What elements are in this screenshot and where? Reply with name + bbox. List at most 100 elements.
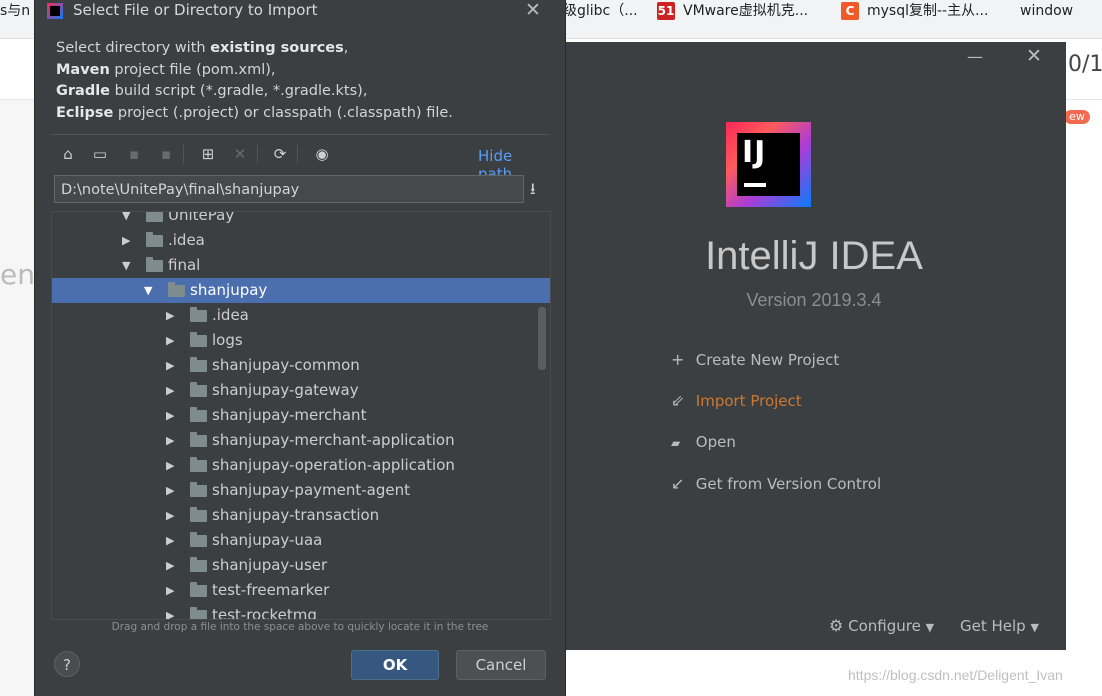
tree-collapsed-arrow-icon[interactable]: ▶ [166, 528, 180, 553]
get-from-vcs-label: Get from Version Control [695, 475, 882, 493]
tree-collapsed-arrow-icon[interactable]: ▶ [166, 553, 180, 578]
folder-icon [190, 582, 207, 597]
bookmark-label: s与n [0, 3, 31, 19]
tree-collapsed-arrow-icon[interactable]: ▶ [166, 453, 180, 478]
configure-label: Configure [848, 617, 921, 635]
project-folder-icon[interactable]: ▪ [123, 143, 145, 165]
tree-row[interactable]: ▼ shanjupay [52, 278, 550, 303]
new-folder-icon[interactable]: ⊞ [197, 143, 219, 165]
get-from-vcs-action[interactable]: ↙ Get from Version Control [671, 472, 881, 496]
tree-row-label: shanjupay-transaction [212, 506, 380, 524]
path-input[interactable]: D:\note\UnitePay\final\shanjupay [54, 175, 524, 203]
bookmark-favicon-icon: C [841, 2, 859, 20]
tree-row[interactable]: ▶ shanjupay-payment-agent [52, 478, 550, 503]
page-side-fragment: en [0, 258, 35, 291]
tree-row[interactable]: ▶ .idea [52, 303, 550, 328]
ok-button[interactable]: OK [351, 650, 439, 680]
welcome-titlebar: — ✕ [563, 42, 1066, 78]
dialog-titlebar: Select File or Directory to Import ✕ [35, 0, 565, 24]
home-icon[interactable]: ⌂ [57, 143, 79, 165]
help-button[interactable]: ? [54, 651, 80, 677]
drag-drop-hint: Drag and drop a file into the space abov… [111, 621, 489, 633]
folder-icon [190, 607, 207, 619]
folder-icon [190, 557, 207, 572]
tree-expanded-arrow-icon[interactable]: ▼ [144, 278, 158, 303]
cancel-button[interactable]: Cancel [456, 650, 546, 680]
folder-icon [146, 257, 163, 272]
bookmark-label: 级glibc（... [563, 3, 638, 19]
tree-collapsed-arrow-icon[interactable]: ▶ [166, 378, 180, 403]
tree-collapsed-arrow-icon[interactable]: ▶ [166, 303, 180, 328]
tree-collapsed-arrow-icon[interactable]: ▶ [166, 578, 180, 603]
configure-menu[interactable]: ⚙ Configure ▼ [829, 614, 934, 638]
folder-icon [190, 432, 207, 447]
import-dialog: Select File or Directory to Import ✕ Sel… [34, 0, 566, 696]
tree-row[interactable]: ▼ final [52, 253, 550, 278]
tree-row[interactable]: ▶ test-rocketmq [52, 603, 550, 619]
tree-collapsed-arrow-icon[interactable]: ▶ [166, 328, 180, 353]
tree-row[interactable]: ▶ test-freemarker [52, 578, 550, 603]
get-help-label: Get Help [960, 617, 1026, 635]
tree-collapsed-arrow-icon[interactable]: ▶ [166, 503, 180, 528]
bookmark-label: VMware虚拟机克... [683, 3, 809, 19]
plus-icon: + [671, 350, 685, 369]
tree-row-label: .idea [212, 306, 249, 324]
tree-row[interactable]: ▶ shanjupay-operation-application [52, 453, 550, 478]
tree-row-label: shanjupay-common [212, 356, 360, 374]
refresh-icon[interactable]: ⟳ [269, 143, 291, 165]
desc-line: Maven project file (pom.xml), [56, 61, 276, 78]
folder-icon [190, 532, 207, 547]
import-project-label: Import Project [695, 392, 802, 410]
tree-row[interactable]: ▶ shanjupay-user [52, 553, 550, 578]
desktop-icon[interactable]: ▭ [89, 143, 111, 165]
chevron-down-icon: ▼ [925, 621, 935, 634]
desc-line: Eclipse project (.project) or classpath … [56, 104, 453, 121]
tree-collapsed-arrow-icon[interactable]: ▶ [166, 353, 180, 378]
bookmark-item[interactable]: Cmysql复制--主从... [841, 0, 988, 22]
tree-row[interactable]: ▶ .idea [52, 228, 550, 253]
tree-collapsed-arrow-icon[interactable]: ▶ [122, 228, 136, 253]
bookmark-item[interactable]: s与n [0, 0, 30, 22]
bookmark-item[interactable]: 级glibc（... [563, 0, 638, 22]
bookmark-label: window [1020, 3, 1074, 19]
directory-tree[interactable]: ▼ UnitePay ▶ .idea ▼ final ▼ shanjupay ▶ .idea ▶ lo… [51, 211, 551, 620]
tree-row[interactable]: ▼ UnitePay [52, 212, 550, 228]
tree-expanded-arrow-icon[interactable]: ▼ [122, 212, 136, 228]
tree-row[interactable]: ▶ shanjupay-uaa [52, 528, 550, 553]
module-folder-icon[interactable]: ▪ [155, 143, 177, 165]
minimize-icon[interactable]: — [967, 47, 983, 66]
tree-row[interactable]: ▶ shanjupay-transaction [52, 503, 550, 528]
tree-row[interactable]: ▶ shanjupay-common [52, 353, 550, 378]
tree-row[interactable]: ▶ shanjupay-merchant-application [52, 428, 550, 453]
tree-collapsed-arrow-icon[interactable]: ▶ [166, 603, 180, 619]
create-new-project-action[interactable]: + Create New Project [671, 348, 839, 372]
import-project-action[interactable]: ⇙ Import Project [671, 389, 802, 413]
tree-row[interactable]: ▶ logs [52, 328, 550, 353]
tree-collapsed-arrow-icon[interactable]: ▶ [166, 428, 180, 453]
delete-icon[interactable]: ✕ [229, 143, 251, 165]
tree-row[interactable]: ▶ shanjupay-gateway [52, 378, 550, 403]
show-hidden-icon[interactable]: ◉ [311, 143, 333, 165]
tree-expanded-arrow-icon[interactable]: ▼ [122, 253, 136, 278]
folder-icon [190, 307, 207, 322]
file-chooser-toolbar: ⌂ ▭ ▪ ▪ ⊞ ✕ ⟳ ◉ Hide path [51, 134, 549, 183]
gear-icon: ⚙ [829, 616, 844, 635]
browser-page-right-fragment: 0/1 ew [1064, 42, 1102, 124]
bookmark-item[interactable]: window [1020, 0, 1073, 22]
close-icon[interactable]: ✕ [1026, 45, 1042, 67]
bookmark-item[interactable]: 51 VMware虚拟机克... [657, 0, 808, 22]
get-help-menu[interactable]: Get Help ▼ [960, 614, 1039, 638]
tree-row-label: shanjupay-operation-application [212, 456, 455, 474]
folder-icon [146, 232, 163, 247]
intellij-logo: IJ [726, 122, 811, 207]
open-action[interactable]: ▰ Open [671, 430, 736, 454]
tree-row-label: shanjupay-user [212, 556, 328, 574]
close-icon[interactable]: ✕ [525, 0, 541, 21]
download-icon[interactable]: ⭳ [530, 178, 536, 205]
tree-scrollbar[interactable] [538, 307, 546, 370]
tree-collapsed-arrow-icon[interactable]: ▶ [166, 403, 180, 428]
tree-collapsed-arrow-icon[interactable]: ▶ [166, 478, 180, 503]
tree-row-label: shanjupay-merchant [212, 406, 367, 424]
folder-open-icon: ▰ [671, 436, 681, 450]
tree-row[interactable]: ▶ shanjupay-merchant [52, 403, 550, 428]
